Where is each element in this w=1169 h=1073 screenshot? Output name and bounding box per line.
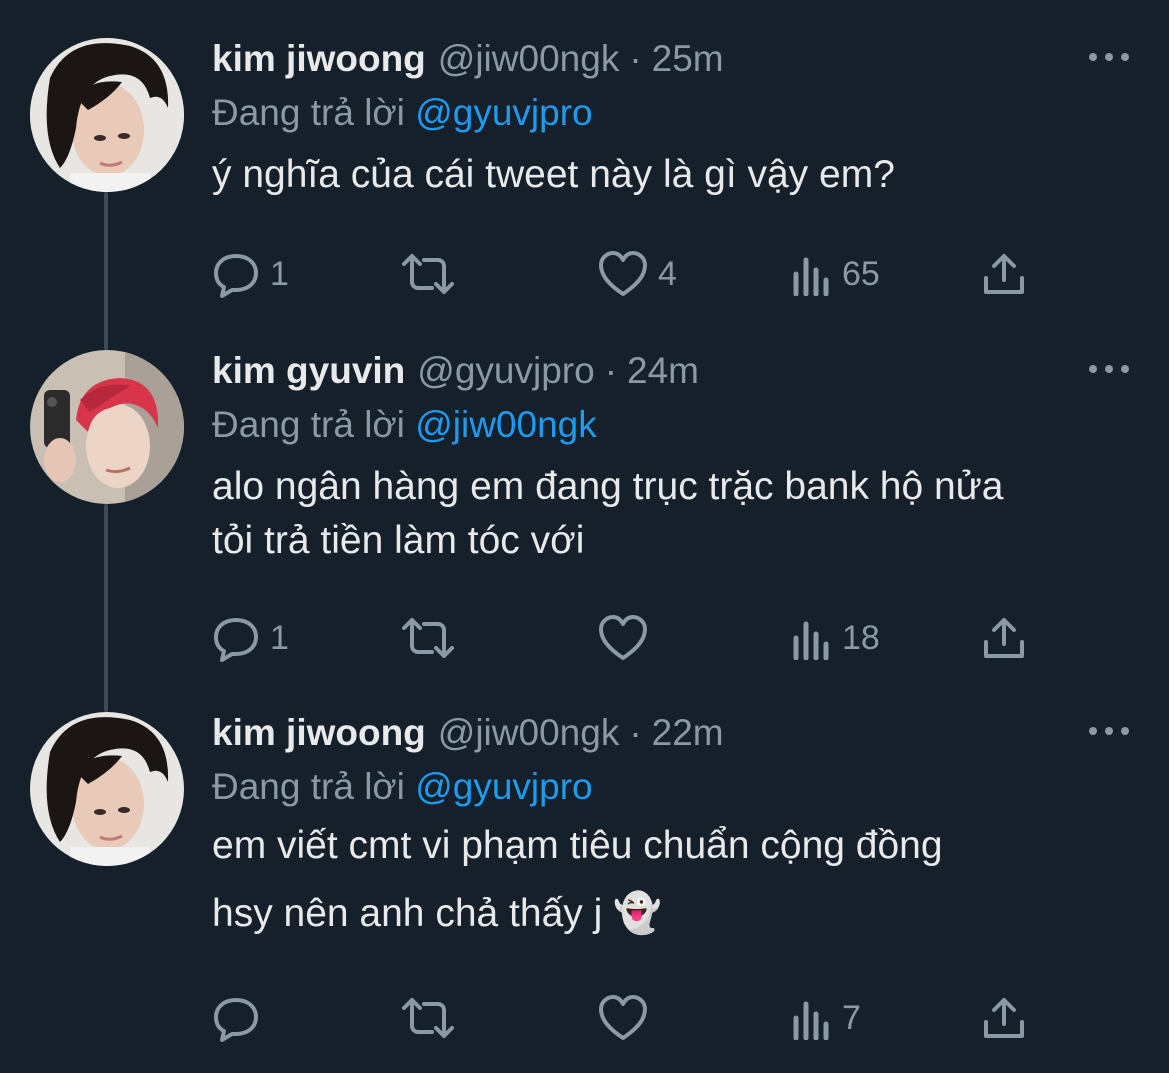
display-name[interactable]: kim jiwoong bbox=[212, 712, 426, 754]
tweet-text-line: tỏi trả tiền làm tóc với bbox=[212, 519, 585, 562]
tweet-text: alo ngân hàng em đang trục trặc bank hộ … bbox=[212, 460, 1129, 568]
views-icon bbox=[793, 1001, 829, 1040]
views-icon bbox=[793, 621, 829, 660]
views-button[interactable]: 18 bbox=[792, 608, 880, 668]
view-count: 18 bbox=[842, 618, 880, 657]
reply-button[interactable]: 1 bbox=[212, 244, 289, 304]
mention-link[interactable]: @jiw00ngk bbox=[415, 404, 597, 445]
separator-dot: · bbox=[629, 712, 642, 753]
retweet-icon bbox=[402, 998, 454, 1038]
heart-icon bbox=[599, 995, 647, 1040]
share-button[interactable] bbox=[982, 608, 1026, 668]
replying-to-label: Đang trả lời bbox=[212, 766, 405, 807]
view-count: 7 bbox=[842, 998, 861, 1037]
reply-icon bbox=[214, 618, 258, 662]
heart-icon bbox=[599, 615, 647, 660]
like-button[interactable] bbox=[598, 988, 658, 1048]
display-name[interactable]: kim gyuvin bbox=[212, 350, 405, 392]
reply-icon bbox=[214, 998, 258, 1042]
display-name[interactable]: kim jiwoong bbox=[212, 38, 426, 80]
user-handle[interactable]: @jiw00ngk bbox=[438, 38, 620, 80]
thread-line bbox=[104, 504, 108, 712]
more-icon[interactable] bbox=[1089, 716, 1129, 746]
reply-button[interactable]: 1 bbox=[212, 608, 289, 668]
tweet-text-line: alo ngân hàng em đang trục trặc bank hộ … bbox=[212, 465, 1004, 508]
user-handle[interactable]: @gyuvjpro bbox=[417, 350, 594, 392]
more-icon[interactable] bbox=[1089, 42, 1129, 72]
avatar[interactable] bbox=[30, 350, 184, 504]
action-bar: 1 4 65 bbox=[212, 244, 1169, 304]
replying-to-label: Đang trả lời bbox=[212, 404, 405, 445]
reply-button[interactable] bbox=[212, 988, 270, 1048]
retweet-icon bbox=[402, 618, 454, 658]
action-bar: 1 18 bbox=[212, 608, 1169, 668]
timestamp[interactable]: 25m bbox=[652, 38, 724, 80]
retweet-button[interactable] bbox=[400, 608, 466, 668]
views-button[interactable]: 7 bbox=[792, 988, 861, 1048]
avatar[interactable] bbox=[30, 712, 184, 866]
thread-line bbox=[104, 192, 108, 350]
retweet-icon bbox=[402, 254, 454, 294]
like-count: 4 bbox=[658, 254, 677, 293]
like-button[interactable]: 4 bbox=[598, 244, 677, 304]
reply-icon bbox=[214, 254, 258, 298]
separator-dot: · bbox=[604, 350, 618, 391]
reply-count: 1 bbox=[270, 254, 289, 293]
user-handle[interactable]: @jiw00ngk bbox=[438, 712, 620, 754]
views-icon bbox=[793, 257, 829, 296]
tweet-text-line: hsy nên anh chả thấy j 👻 bbox=[212, 892, 662, 935]
retweet-button[interactable] bbox=[400, 988, 466, 1048]
avatar[interactable] bbox=[30, 38, 184, 192]
like-button[interactable] bbox=[598, 608, 658, 668]
share-button[interactable] bbox=[982, 244, 1026, 304]
mention-link[interactable]: @gyuvjpro bbox=[415, 92, 592, 133]
replying-to: Đang trả lời @gyuvjpro bbox=[212, 766, 1129, 808]
share-icon bbox=[984, 998, 1024, 1038]
mention-link[interactable]: @gyuvjpro bbox=[415, 766, 592, 807]
replying-to: Đang trả lời @gyuvjpro bbox=[212, 92, 1129, 134]
views-button[interactable]: 65 bbox=[792, 244, 880, 304]
tweet-text-line: em viết cmt vi phạm tiêu chuẩn cộng đồng bbox=[212, 824, 943, 867]
share-button[interactable] bbox=[982, 988, 1026, 1048]
more-icon[interactable] bbox=[1089, 354, 1129, 384]
view-count: 65 bbox=[842, 254, 880, 293]
replying-to-label: Đang trả lời bbox=[212, 92, 405, 133]
retweet-button[interactable] bbox=[400, 244, 466, 304]
replying-to: Đang trả lời @jiw00ngk bbox=[212, 404, 1129, 446]
separator-dot: · bbox=[629, 38, 642, 79]
timestamp[interactable]: 22m bbox=[652, 712, 724, 754]
timestamp[interactable]: 24m bbox=[627, 350, 699, 392]
heart-icon bbox=[599, 251, 647, 296]
tweet-text: em viết cmt vi phạm tiêu chuẩn cộng đồng… bbox=[212, 812, 1129, 948]
share-icon bbox=[984, 618, 1024, 658]
tweet-text: ý nghĩa của cái tweet này là gì vậy em? bbox=[212, 148, 1129, 202]
tweet-text-line: ý nghĩa của cái tweet này là gì vậy em? bbox=[212, 153, 895, 196]
share-icon bbox=[984, 254, 1024, 294]
action-bar: 7 bbox=[212, 988, 1169, 1048]
reply-count: 1 bbox=[270, 618, 289, 657]
